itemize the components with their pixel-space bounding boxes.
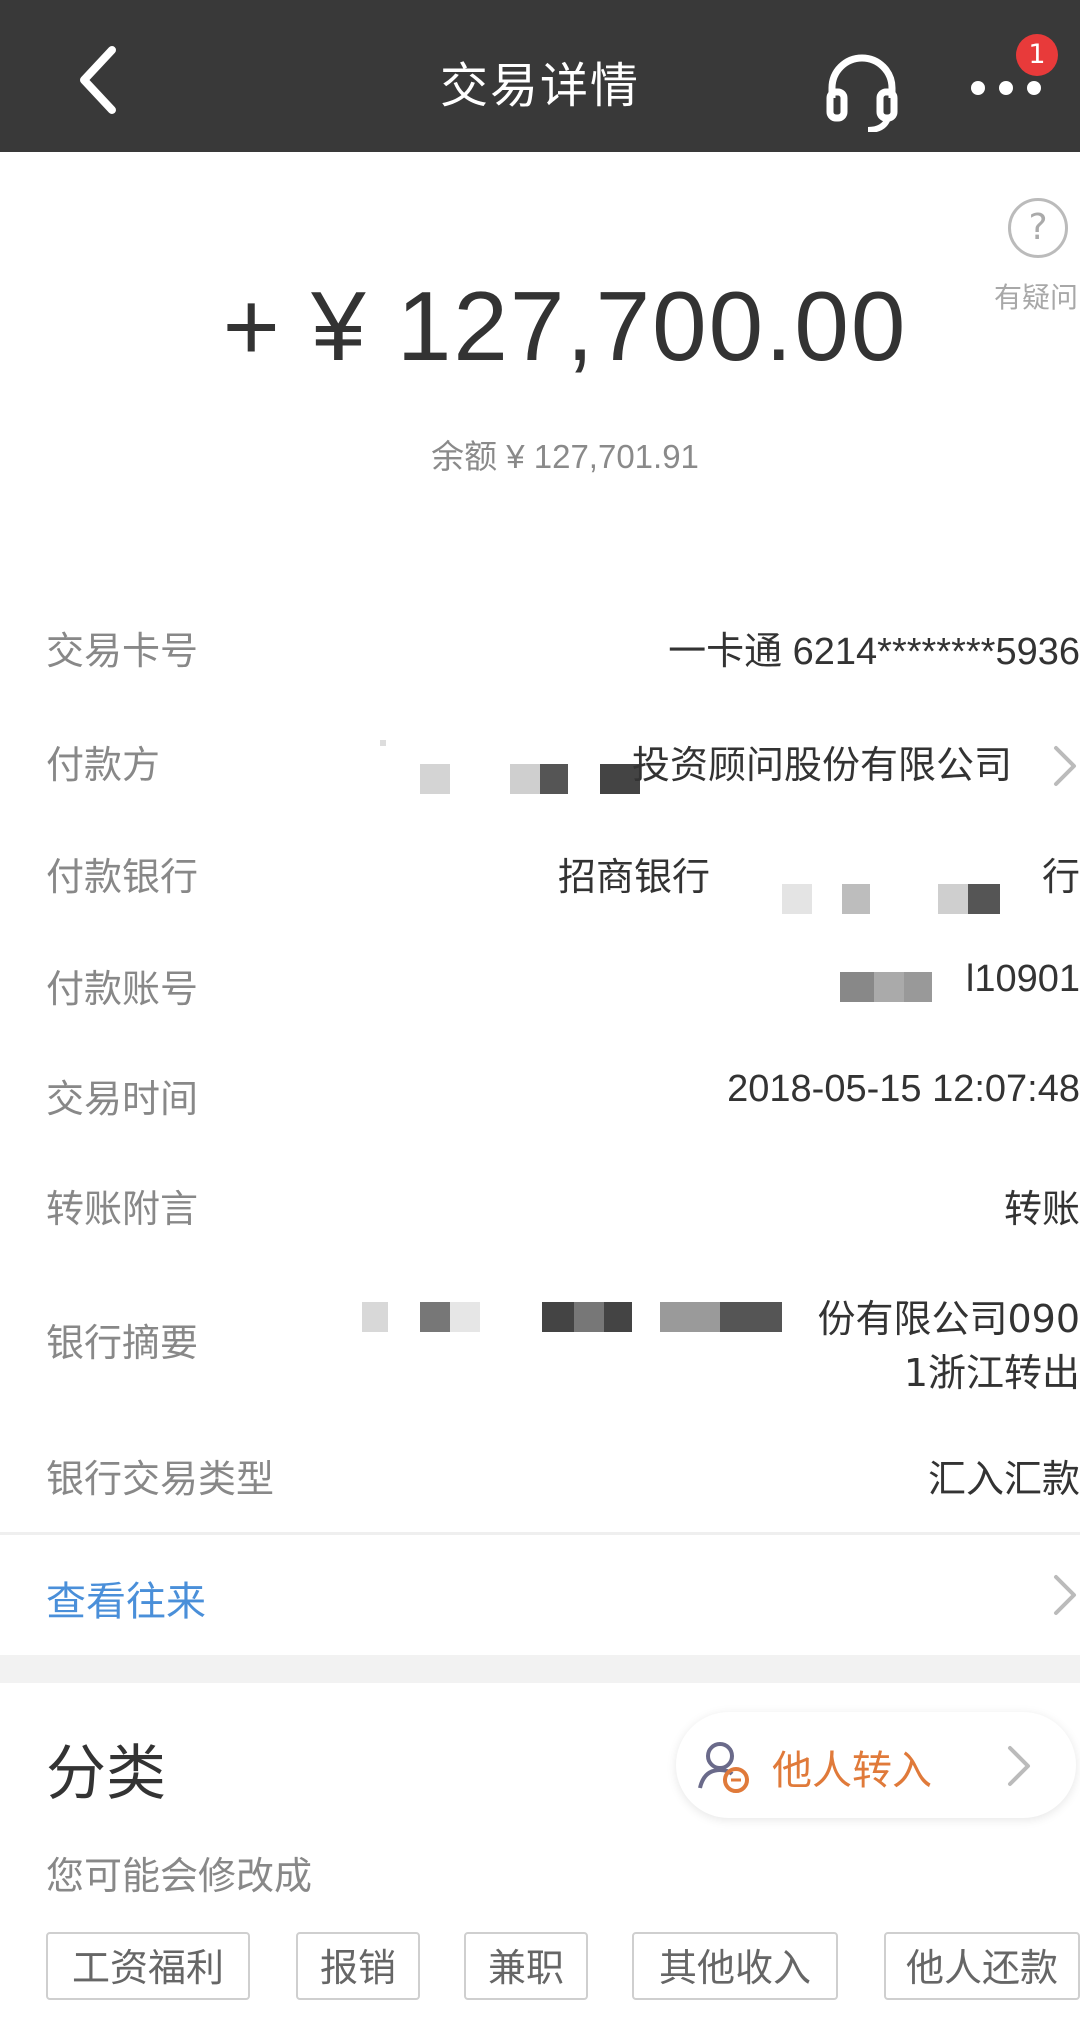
redacted-block: [904, 972, 932, 1002]
redacted-block: [540, 764, 568, 794]
detail-value: 汇入汇款: [927, 1457, 1080, 1501]
redacted-block: [542, 1302, 574, 1332]
view-history-link[interactable]: 查看往来: [46, 1569, 206, 1627]
balance-text: 余额 ¥ 127,701.91: [431, 438, 699, 475]
section-gap: [0, 1655, 1080, 1683]
category-option[interactable]: 其他收入: [632, 1932, 838, 2000]
redacted-block: [604, 1302, 632, 1332]
redacted-block: [720, 1302, 782, 1332]
redacted-block: [840, 972, 874, 1002]
detail-row-card: 交易卡号 一卡通 6214********5936: [0, 620, 1080, 720]
question-icon: ?: [1008, 198, 1068, 258]
top-bar: 交易详情 1: [0, 0, 1080, 152]
detail-value: 一卡通 6214********5936: [668, 631, 1080, 673]
detail-row-transaction-type: 银行交易类型 汇入汇款: [0, 1448, 1080, 1528]
detail-value: 招商银行: [557, 855, 710, 899]
customer-service-button[interactable]: [820, 48, 904, 133]
redacted-block: [660, 1302, 720, 1332]
detail-label: 交易时间: [46, 1077, 199, 1121]
suggest-label: 您可能会修改成: [46, 1854, 313, 1898]
redacted-block: [380, 740, 386, 746]
detail-value: 2018-05-15 12:07:48: [727, 1068, 1080, 1110]
detail-row-bank-summary: 银行摘要 份有限公司090 1浙江转出: [0, 1288, 1080, 1408]
detail-value-line2: 1浙江转出: [903, 1351, 1080, 1395]
redacted-block: [938, 884, 968, 914]
detail-row-payer[interactable]: 付款方 投资顾问股份有限公司: [0, 734, 1080, 834]
category-title: 分类: [46, 1739, 166, 1809]
transaction-amount: + ¥ 127,700.00: [222, 271, 908, 381]
redacted-block: [874, 972, 904, 1002]
category-option[interactable]: 工资福利: [46, 1932, 250, 2000]
chevron-right-icon: [1008, 1746, 1030, 1786]
headset-icon: [826, 54, 898, 133]
detail-value-tail: 行: [1041, 855, 1080, 899]
category-selector[interactable]: 他人转入: [676, 1712, 1076, 1818]
detail-label: 付款方: [46, 743, 161, 787]
detail-label: 银行摘要: [46, 1321, 199, 1365]
redacted-block: [842, 884, 870, 914]
redacted-block: [420, 764, 450, 794]
detail-row-payer-account: 付款账号 l10901: [0, 958, 1080, 1058]
detail-value: 投资顾问股份有限公司: [631, 743, 1012, 787]
detail-label: 转账附言: [46, 1187, 199, 1231]
detail-value: l10901: [965, 958, 1080, 1000]
category-current: 他人转入: [772, 1748, 932, 1794]
redacted-block: [510, 764, 540, 794]
category-option[interactable]: 兼职: [464, 1932, 588, 2000]
detail-row-remark: 转账附言 转账: [0, 1178, 1080, 1278]
chevron-right-icon: [1054, 746, 1076, 786]
redacted-block: [968, 884, 1000, 914]
detail-row-time: 交易时间 2018-05-15 12:07:48: [0, 1068, 1080, 1168]
detail-label: 付款账号: [46, 967, 199, 1011]
detail-label: 付款银行: [46, 855, 199, 899]
redacted-block: [362, 1302, 388, 1332]
detail-label: 交易卡号: [46, 629, 199, 673]
view-history-row[interactable]: 查看往来: [0, 1535, 1080, 1655]
page-title: 交易详情: [439, 58, 640, 114]
detail-value: 转账: [1003, 1187, 1080, 1231]
detail-row-payer-bank: 付款银行 招商银行 行: [0, 846, 1080, 946]
redacted-block: [450, 1302, 480, 1332]
category-option[interactable]: 他人还款: [884, 1932, 1080, 2000]
detail-label: 银行交易类型: [46, 1457, 275, 1501]
redacted-block: [420, 1302, 450, 1332]
redacted-block: [782, 884, 812, 914]
detail-value-line1: 份有限公司090: [817, 1297, 1080, 1341]
chevron-right-icon: [1054, 1575, 1076, 1615]
redacted-block: [574, 1302, 604, 1332]
person-transfer-icon: [698, 1742, 749, 1793]
notification-badge: 1: [1016, 34, 1058, 76]
category-option[interactable]: 报销: [296, 1932, 420, 2000]
